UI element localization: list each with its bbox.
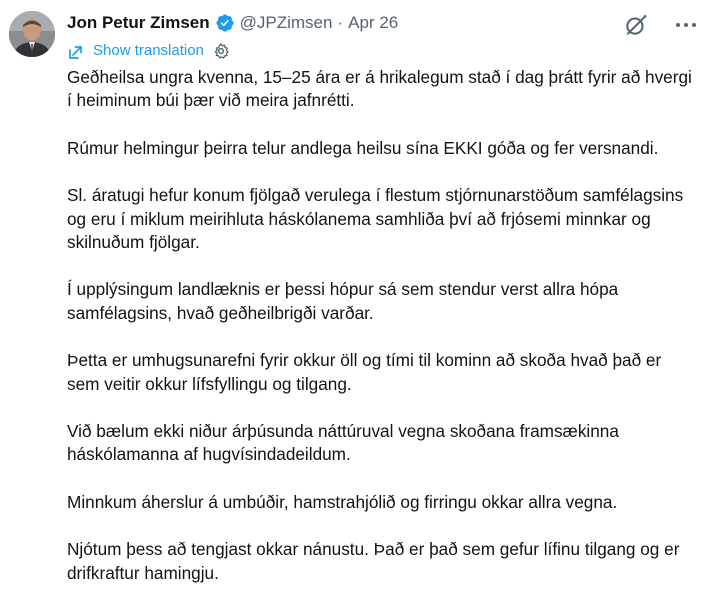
separator-dot: · <box>337 13 344 32</box>
tweet-paragraph: Í upplýsingum landlæknis er þessi hópur … <box>67 279 619 323</box>
tweet-paragraph: Njótum þess að tengjast okkar nánustu. Þ… <box>67 539 680 583</box>
tweet-paragraph: Geðheilsa ungra kvenna, 15–25 ára er á h… <box>67 67 692 111</box>
gear-icon[interactable] <box>212 42 230 60</box>
tweet-header: Jon Petur Zimsen @JPZimsen · Apr 26 <box>67 12 398 34</box>
tweet-paragraph: Við bælum ekki niður árþúsunda náttúruva… <box>67 421 619 465</box>
avatar[interactable] <box>9 11 55 57</box>
show-translation-link[interactable]: Show translation <box>93 41 204 61</box>
author-name[interactable]: Jon Petur Zimsen <box>67 12 210 34</box>
show-translation: Show translation <box>67 41 230 61</box>
grok-icon[interactable] <box>622 11 650 39</box>
tweet-date[interactable]: Apr 26 <box>348 12 398 34</box>
tweet-paragraph: Þetta er umhugsunarefni fyrir okkur öll … <box>67 350 662 394</box>
tweet-paragraph: Sl. áratugi hefur konum fjölgað verulega… <box>67 185 684 253</box>
verified-badge-icon <box>215 13 235 33</box>
translate-icon <box>67 41 87 61</box>
tweet-paragraph: Rúmur helmingur þeirra telur andlega hei… <box>67 137 659 158</box>
more-options-icon[interactable] <box>672 15 700 35</box>
tweet-paragraph: Minnkum áherslur á umbúðir, hamstrahjóli… <box>67 491 618 512</box>
tweet: Jon Petur Zimsen @JPZimsen · Apr 26 Show… <box>0 0 713 616</box>
tweet-text: Geðheilsa ungra kvenna, 15–25 ára er á h… <box>67 66 697 609</box>
author-handle[interactable]: @JPZimsen <box>240 12 333 34</box>
